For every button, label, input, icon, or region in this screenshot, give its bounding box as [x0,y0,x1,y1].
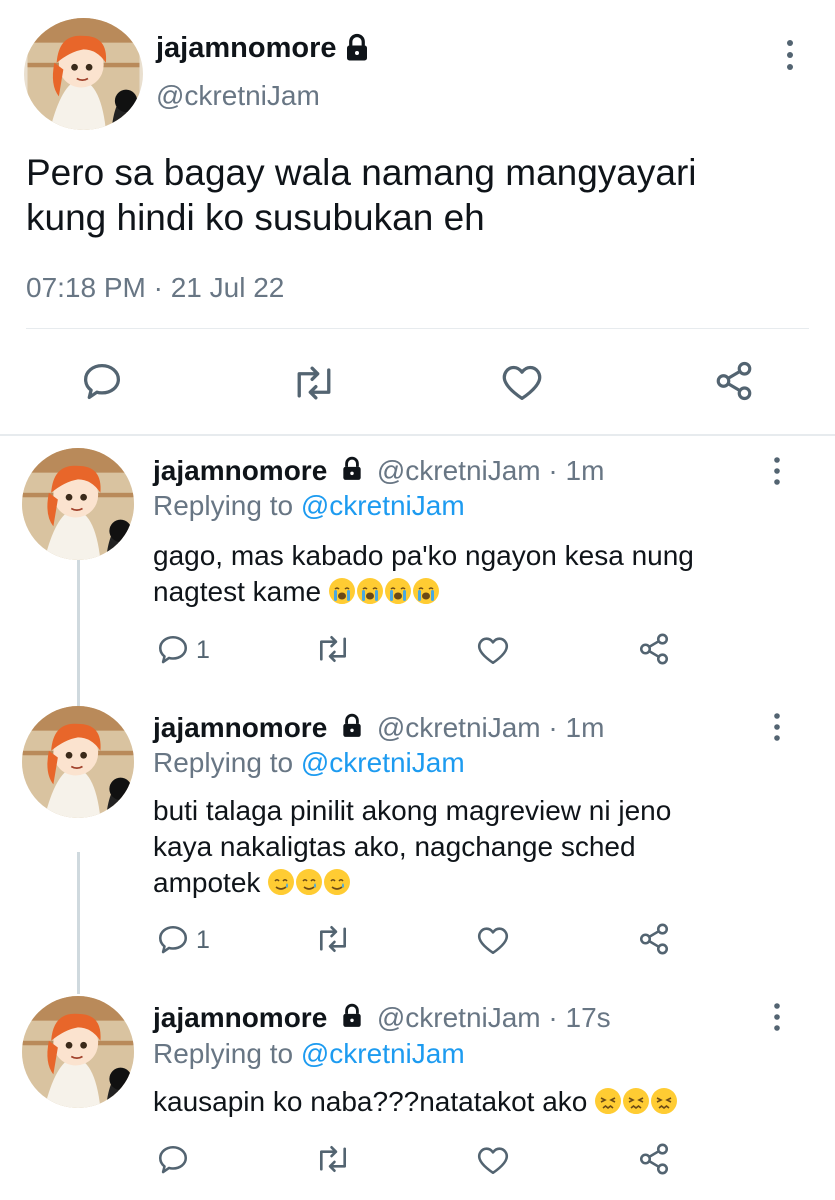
tweet-text-line: Pero sa bagay wala namang mangyayari [26,152,697,193]
like-icon[interactable] [476,924,510,956]
reply-count: 1 [196,926,210,954]
reply-header: jajamnomore @ckretniJam · 1m [153,455,604,489]
share-icon[interactable] [637,1142,671,1176]
reply-text: kausapin ko naba???natatakot ako [153,1084,679,1120]
replying-to: Replying to @ckretniJam [153,747,465,779]
replying-to-label: Replying to [153,747,294,778]
retweet-icon[interactable] [290,364,338,402]
tweet-text-line: kung hindi ko susubukan eh [26,197,485,238]
like-icon[interactable] [476,1144,510,1176]
handle-time[interactable]: @ckretniJam · 1m [377,455,605,486]
like-icon[interactable] [500,362,544,402]
thread-line [77,852,80,994]
reply-header: jajamnomore @ckretniJam · 17s [153,1002,611,1036]
retweet-icon[interactable] [314,924,352,954]
display-name[interactable]: jajamnomore [153,455,327,486]
reply-text-line: kaya nakaligtas ako, nagchange sched [153,831,636,862]
avatar[interactable] [22,706,134,818]
share-icon[interactable] [637,632,671,666]
user-handle[interactable]: @ckretniJam [156,80,320,112]
avatar[interactable] [22,996,134,1108]
replying-to: Replying to @ckretniJam [153,1038,465,1070]
more-options-icon[interactable] [782,38,798,77]
lock-icon [339,456,365,489]
reply-icon[interactable] [156,1144,190,1176]
reply-text: buti talaga pinilit akong magreview ni j… [153,793,671,901]
lock-icon [339,1003,365,1036]
reply-icon[interactable] [156,634,190,666]
display-name[interactable]: jajamnomore [156,32,337,65]
reply-header: jajamnomore @ckretniJam · 1m [153,712,604,746]
retweet-icon[interactable] [314,1144,352,1174]
persevering-face-emoji [595,1086,679,1117]
retweet-icon[interactable] [314,634,352,664]
more-options-icon[interactable] [770,1002,784,1037]
tweet-timestamp[interactable]: 07:18 PM · 21 Jul 22 [26,272,284,304]
smiling-face-with-tear-emoji [268,867,352,898]
display-name[interactable]: jajamnomore [153,712,327,743]
reply-text-line: kausapin ko naba???natatakot ako [153,1086,588,1117]
avatar-image [22,706,134,818]
avatar[interactable] [22,448,134,560]
more-options-icon[interactable] [770,456,784,491]
reply-text-line: nagtest kame [153,576,322,607]
tweet-text: Pero sa bagay wala namang mangyayari kun… [26,150,697,240]
replying-to-handle[interactable]: @ckretniJam [301,490,465,521]
handle-time[interactable]: @ckretniJam · 17s [377,1002,611,1033]
handle-time[interactable]: @ckretniJam · 1m [377,712,605,743]
more-options-icon[interactable] [770,712,784,747]
reply-icon[interactable] [156,924,190,956]
avatar-image [22,996,134,1108]
replying-to-handle[interactable]: @ckretniJam [301,747,465,778]
reply-count: 1 [196,636,210,664]
reply-icon[interactable] [80,362,124,402]
divider [26,328,809,329]
avatar-image [27,18,140,130]
like-icon[interactable] [476,634,510,666]
replying-to-handle[interactable]: @ckretniJam [301,1038,465,1069]
lock-icon [339,713,365,746]
share-icon[interactable] [637,922,671,956]
replying-to: Replying to @ckretniJam [153,490,465,522]
avatar-image [22,448,134,560]
reply-text-line: ampotek [153,867,261,898]
divider [0,434,835,436]
reply-text: gago, mas kabado pa'ko ngayon kesa nung … [153,538,694,610]
share-icon[interactable] [712,360,756,402]
avatar[interactable] [24,18,143,130]
replying-to-label: Replying to [153,1038,294,1069]
reply-text-line: gago, mas kabado pa'ko ngayon kesa nung [153,540,694,571]
lock-icon [342,33,372,68]
reply-text-line: buti talaga pinilit akong magreview ni j… [153,795,672,826]
thread-line [77,560,80,708]
loudly-crying-emoji [328,576,441,607]
display-name[interactable]: jajamnomore [153,1002,327,1033]
replying-to-label: Replying to [153,490,294,521]
